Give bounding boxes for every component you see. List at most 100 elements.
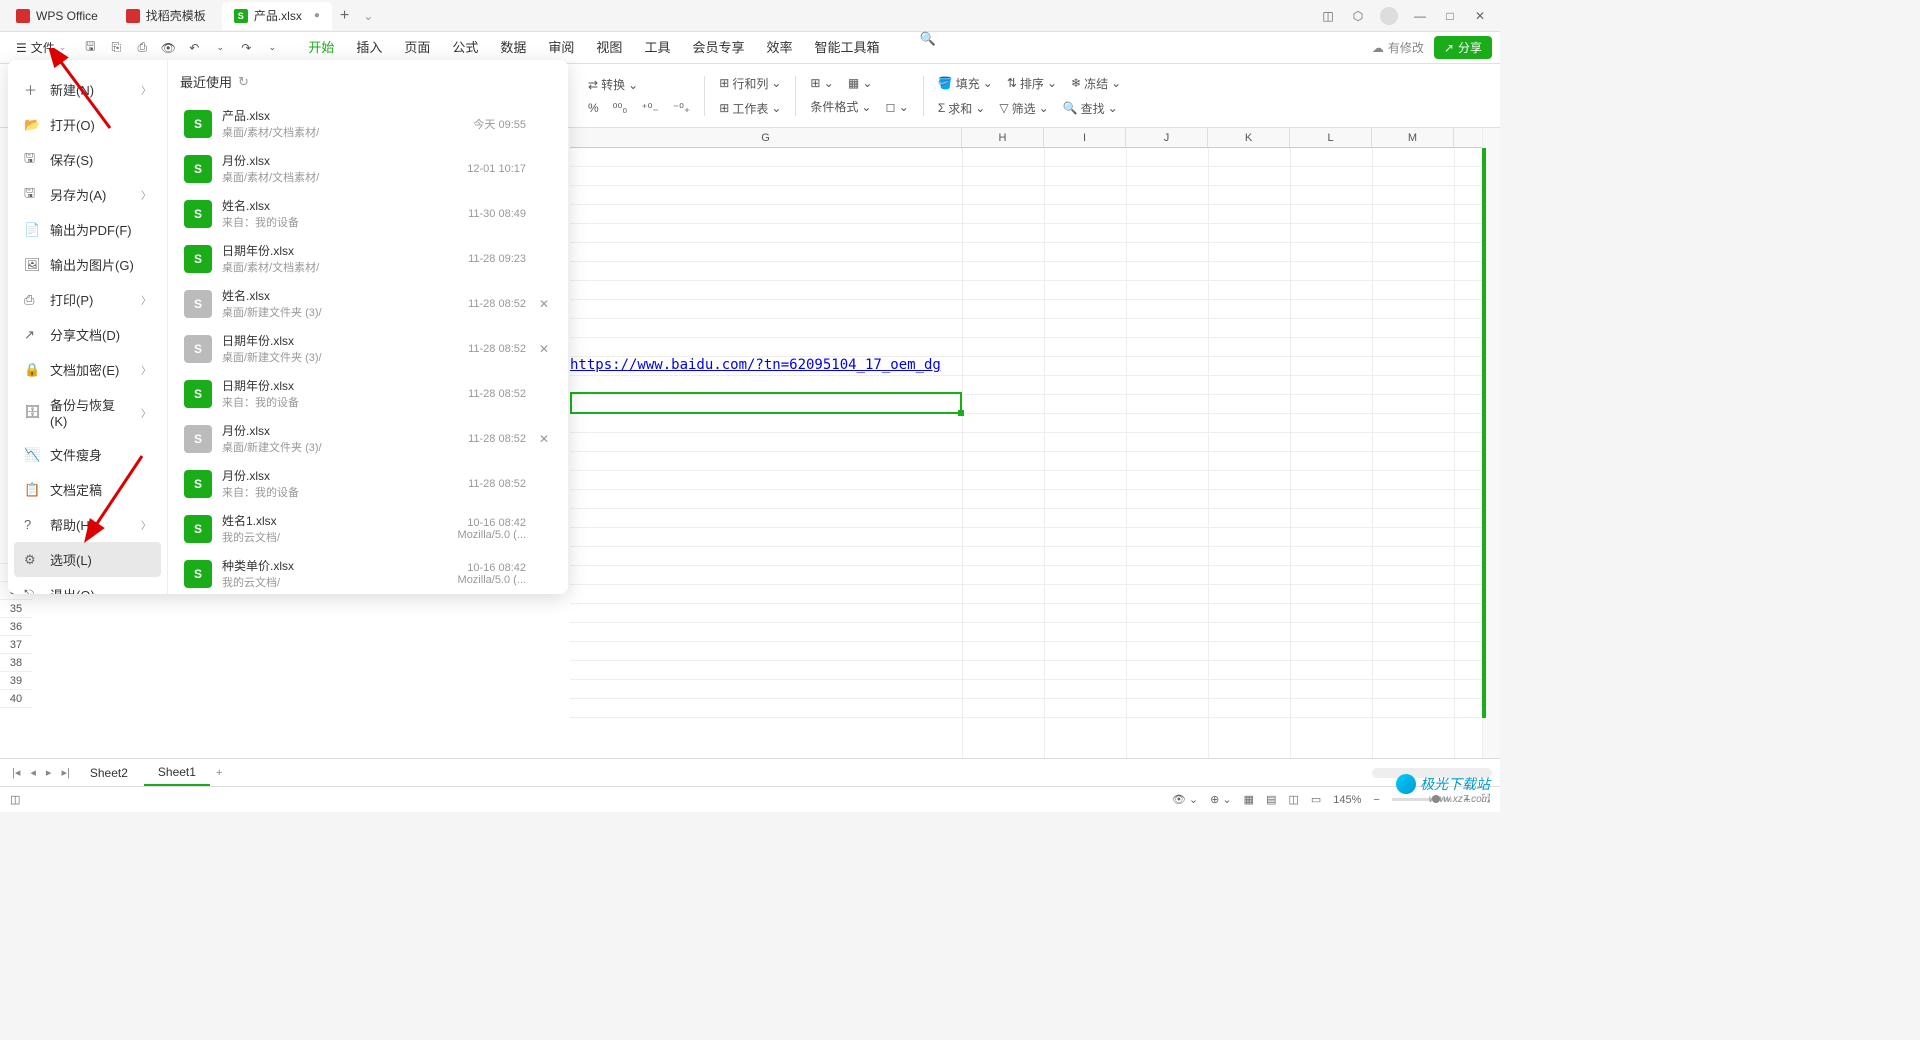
- sheet-nav-next[interactable]: ▸: [42, 766, 56, 779]
- view-break-icon[interactable]: ◫: [1288, 793, 1298, 806]
- tab-overflow[interactable]: ⌄: [363, 9, 373, 23]
- tab-document[interactable]: S 产品.xlsx ●: [222, 2, 332, 30]
- row-header[interactable]: 40: [0, 690, 32, 708]
- format-button[interactable]: ◻ ⌄: [881, 98, 912, 116]
- sheet-tab-active[interactable]: Sheet1: [144, 760, 210, 786]
- sheet-tab[interactable]: Sheet2: [76, 761, 142, 785]
- row-header[interactable]: 35: [0, 600, 32, 618]
- share-button[interactable]: ↗ 分享: [1434, 36, 1492, 59]
- sheet-nav-last[interactable]: ▸|: [57, 766, 73, 779]
- filter-button[interactable]: ▽ 筛选 ⌄: [995, 98, 1052, 119]
- file-menu-item-print[interactable]: ⎙打印(P)〉: [14, 282, 161, 317]
- preview-icon[interactable]: 👁: [160, 40, 176, 56]
- view-page-icon[interactable]: ▤: [1266, 793, 1276, 806]
- row-header[interactable]: 36: [0, 618, 32, 636]
- remove-recent-icon[interactable]: ✕: [536, 297, 552, 311]
- file-menu-item-plus[interactable]: ＋新建(N)〉: [14, 72, 161, 107]
- file-menu-item-draft[interactable]: 📋文档定稿: [14, 472, 161, 507]
- sum-button[interactable]: Σ 求和 ⌄: [934, 98, 990, 119]
- column-header[interactable]: K: [1208, 128, 1290, 147]
- hyperlink-cell[interactable]: https://www.baidu.com/?tn=62095104_17_oe…: [570, 357, 941, 373]
- grid-icon[interactable]: ⊕ ⌄: [1210, 793, 1232, 806]
- close-button[interactable]: ✕: [1472, 9, 1488, 23]
- tab-wps-home[interactable]: WPS Office: [4, 2, 110, 30]
- remove-recent-icon[interactable]: ✕: [536, 432, 552, 446]
- column-header[interactable]: J: [1126, 128, 1208, 147]
- file-menu-item-backup[interactable]: 🗄备份与恢复(K)〉: [14, 387, 161, 437]
- recent-file-item[interactable]: S 日期年份.xlsx来自：我的设备 11-28 08:52: [180, 371, 556, 416]
- file-menu-item-share[interactable]: ↗分享文档(D): [14, 317, 161, 352]
- recent-file-item[interactable]: S 月份.xlsx桌面/素材/文档素材/ 12-01 10:17: [180, 146, 556, 191]
- ribbon-tab-view[interactable]: 视图: [594, 31, 624, 64]
- inc-dec-button[interactable]: ⁺⁰₋: [637, 99, 662, 117]
- sheet-nav-prev[interactable]: ◂: [26, 766, 40, 779]
- status-icon[interactable]: ◫: [10, 793, 20, 806]
- ribbon-tab-smart[interactable]: 智能工具箱: [812, 31, 881, 64]
- remove-recent-icon[interactable]: ✕: [536, 342, 552, 356]
- recent-file-item[interactable]: S 姓名.xlsx桌面/新建文件夹 (3)/ 11-28 08:52 ✕: [180, 281, 556, 326]
- ribbon-tab-member[interactable]: 会员专享: [690, 31, 746, 64]
- ribbon-tab-efficiency[interactable]: 效率: [764, 31, 794, 64]
- user-icon[interactable]: [1380, 7, 1398, 25]
- tab-templates[interactable]: 找稻壳模板: [114, 2, 218, 30]
- print-icon[interactable]: ⎙: [134, 40, 150, 56]
- add-tab-button[interactable]: +: [332, 7, 357, 25]
- cell-style-button[interactable]: ▦ ⌄: [844, 74, 877, 92]
- undo-icon[interactable]: ↶: [186, 40, 202, 56]
- find-button[interactable]: 🔍 查找 ⌄: [1059, 98, 1122, 119]
- file-menu-button[interactable]: ☰ 文件 ⌄: [8, 36, 74, 59]
- zoom-level[interactable]: 145%: [1333, 794, 1361, 806]
- view-normal-icon[interactable]: ▦: [1244, 793, 1254, 806]
- file-menu-item-gear[interactable]: ⚙选项(L): [14, 542, 161, 577]
- comma-button[interactable]: ⁰⁰₀: [609, 99, 632, 117]
- rowcol-button[interactable]: ⊞ 行和列 ⌄: [715, 73, 785, 94]
- search-icon[interactable]: 🔍: [920, 31, 936, 64]
- redo-icon[interactable]: ↷: [238, 40, 254, 56]
- undo-dropdown-icon[interactable]: ⌄: [212, 40, 228, 56]
- column-header[interactable]: I: [1044, 128, 1126, 147]
- qat-dropdown-icon[interactable]: ⌄: [264, 40, 280, 56]
- eye-icon[interactable]: 👁 ⌄: [1172, 793, 1198, 806]
- recent-file-item[interactable]: S 月份.xlsx桌面/新建文件夹 (3)/ 11-28 08:52 ✕: [180, 416, 556, 461]
- cloud-status[interactable]: ☁ 有修改: [1372, 39, 1424, 56]
- cell-grid[interactable]: https://www.baidu.com/?tn=62095104_17_oe…: [570, 148, 1482, 758]
- column-header[interactable]: M: [1372, 128, 1454, 147]
- file-menu-item-slim[interactable]: 📉文件瘦身: [14, 437, 161, 472]
- view-read-icon[interactable]: ▭: [1311, 793, 1321, 806]
- file-menu-item-saveas[interactable]: 🖫另存为(A)〉: [14, 177, 161, 212]
- selected-cell[interactable]: [570, 392, 962, 414]
- save-icon[interactable]: 🖫: [82, 40, 98, 56]
- row-header[interactable]: 38: [0, 654, 32, 672]
- recent-file-item[interactable]: S 产品.xlsx桌面/素材/文档素材/ 今天 09:55: [180, 101, 556, 146]
- condformat-button[interactable]: 条件格式 ⌄: [806, 96, 875, 117]
- row-header[interactable]: 37: [0, 636, 32, 654]
- file-menu-item-exit[interactable]: ⎋退出(Q): [14, 577, 161, 594]
- worksheet-button[interactable]: ⊞ 工作表 ⌄: [715, 98, 785, 119]
- add-sheet-button[interactable]: +: [212, 767, 226, 779]
- column-header[interactable]: L: [1290, 128, 1372, 147]
- freeze-button[interactable]: ❄ 冻结 ⌄: [1067, 73, 1125, 94]
- minimize-button[interactable]: —: [1412, 9, 1428, 23]
- file-menu-item-pdf[interactable]: 📄输出为PDF(F): [14, 212, 161, 247]
- recent-file-item[interactable]: S 月份.xlsx来自：我的设备 11-28 08:52: [180, 461, 556, 506]
- recent-file-item[interactable]: S 日期年份.xlsx桌面/新建文件夹 (3)/ 11-28 08:52 ✕: [180, 326, 556, 371]
- saveas-icon[interactable]: ⎘: [108, 40, 124, 56]
- cube-icon[interactable]: ⬡: [1350, 9, 1366, 23]
- recent-file-item[interactable]: S 姓名.xlsx来自：我的设备 11-30 08:49: [180, 191, 556, 236]
- maximize-button[interactable]: □: [1442, 9, 1458, 23]
- refresh-icon[interactable]: ↻: [238, 74, 249, 90]
- sort-button[interactable]: ⇅ 排序 ⌄: [1003, 73, 1061, 94]
- ribbon-tab-tools[interactable]: 工具: [642, 31, 672, 64]
- column-header[interactable]: H: [962, 128, 1044, 147]
- right-scrollbar-track[interactable]: [1482, 128, 1500, 758]
- dec-dec-button[interactable]: ⁻⁰₊: [669, 99, 694, 117]
- table-style-button[interactable]: ⊞ ⌄: [806, 74, 837, 92]
- file-menu-item-help[interactable]: ?帮助(H)〉: [14, 507, 161, 542]
- recent-file-item[interactable]: S 姓名1.xlsx我的云文档/ 10-16 08:42Mozilla/5.0 …: [180, 506, 556, 551]
- panel-icon[interactable]: ◫: [1320, 9, 1336, 23]
- row-header[interactable]: 39: [0, 672, 32, 690]
- recent-file-item[interactable]: S 种类单价.xlsx我的云文档/ 10-16 08:42Mozilla/5.0…: [180, 551, 556, 594]
- file-menu-item-image[interactable]: 🖼输出为图片(G): [14, 247, 161, 282]
- fill-button[interactable]: 🪣 填充 ⌄: [934, 73, 997, 94]
- zoom-out-button[interactable]: −: [1373, 794, 1379, 806]
